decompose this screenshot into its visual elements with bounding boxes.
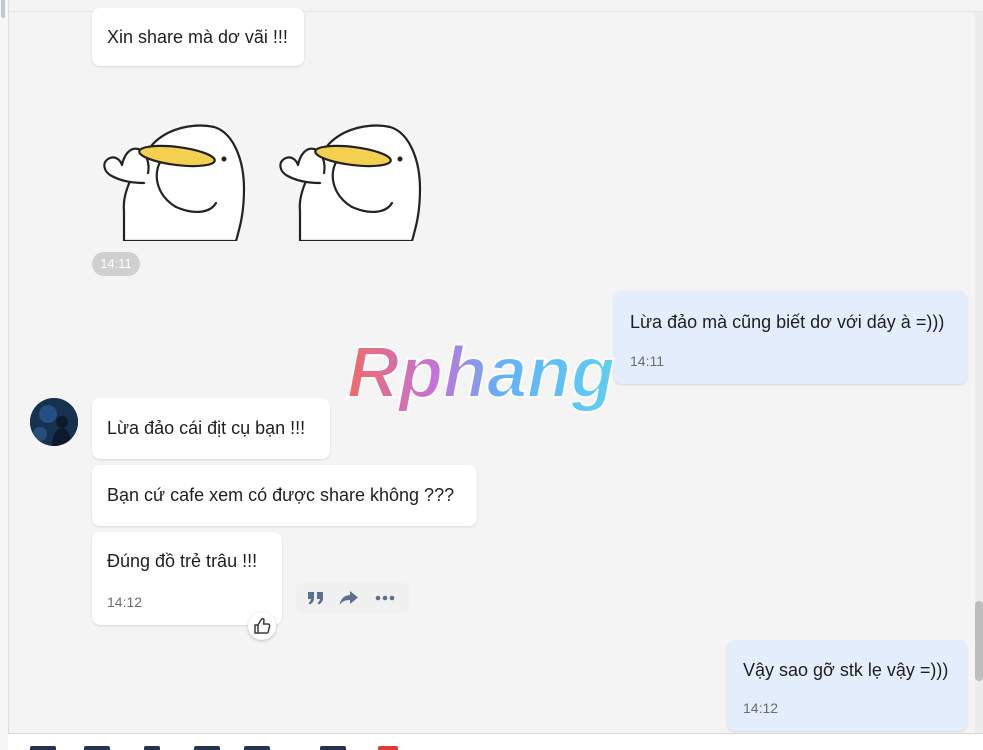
message-actions-bar — [296, 583, 410, 613]
left-panel-edge — [0, 0, 9, 750]
message-timestamp: 14:12 — [743, 700, 779, 716]
image-tool-icon[interactable] — [84, 746, 110, 750]
message-text: Vậy sao gỡ stk lẹ vậy =))) — [743, 660, 949, 680]
sticker-timestamp: 14:11 — [92, 252, 140, 276]
chat-scrollbar-thumb[interactable] — [975, 601, 983, 681]
avatar-image — [30, 398, 78, 446]
screenshot-tool-icon[interactable] — [194, 746, 220, 750]
incoming-message-2[interactable]: Lừa đảo cái địt cụ bạn !!! — [92, 398, 330, 459]
message-timestamp: 14:12 — [107, 594, 143, 610]
outgoing-message-2[interactable]: Vậy sao gỡ stk lẹ vậy =))) 14:12 — [727, 640, 967, 731]
thumbs-up-icon — [254, 618, 271, 634]
message-text: Bạn cứ cafe xem có được share không ??? — [107, 485, 455, 505]
message-text: Xin share mà dơ vãi !!! — [107, 27, 288, 47]
quote-icon[interactable] — [303, 586, 329, 610]
format-tool-icon[interactable] — [320, 746, 346, 750]
duck-sticker-icon[interactable] — [276, 115, 436, 241]
watermark-logo: Rphang — [346, 337, 616, 414]
outgoing-message-1[interactable]: Lừa đảo mà cũng biết dơ với dáy à =))) 1… — [614, 291, 967, 384]
card-tool-icon[interactable] — [244, 746, 270, 750]
task-tool-icon[interactable] — [378, 746, 398, 750]
more-icon[interactable] — [372, 586, 398, 610]
avatar[interactable] — [30, 398, 78, 446]
message-text: Đúng đồ trẻ trâu !!! — [107, 551, 258, 571]
sticker-tool-icon[interactable] — [30, 746, 56, 750]
message-timestamp: 14:11 — [630, 353, 664, 369]
like-reaction-button[interactable] — [248, 612, 276, 640]
incoming-message-1[interactable]: Xin share mà dơ vãi !!! — [92, 8, 304, 66]
duck-sticker-icon[interactable] — [100, 115, 260, 241]
composer-toolbar — [8, 733, 983, 750]
incoming-message-3[interactable]: Bạn cứ cafe xem có được share không ??? — [92, 465, 477, 526]
message-text: Lừa đảo mà cũng biết dơ với dáy à =))) — [630, 312, 945, 332]
left-scroll-indicator — [1, 0, 5, 18]
attach-tool-icon[interactable] — [144, 746, 160, 750]
svg-text:Rphang: Rphang — [347, 337, 615, 413]
message-text: Lừa đảo cái địt cụ bạn !!! — [107, 418, 306, 438]
forward-icon[interactable] — [336, 586, 362, 610]
